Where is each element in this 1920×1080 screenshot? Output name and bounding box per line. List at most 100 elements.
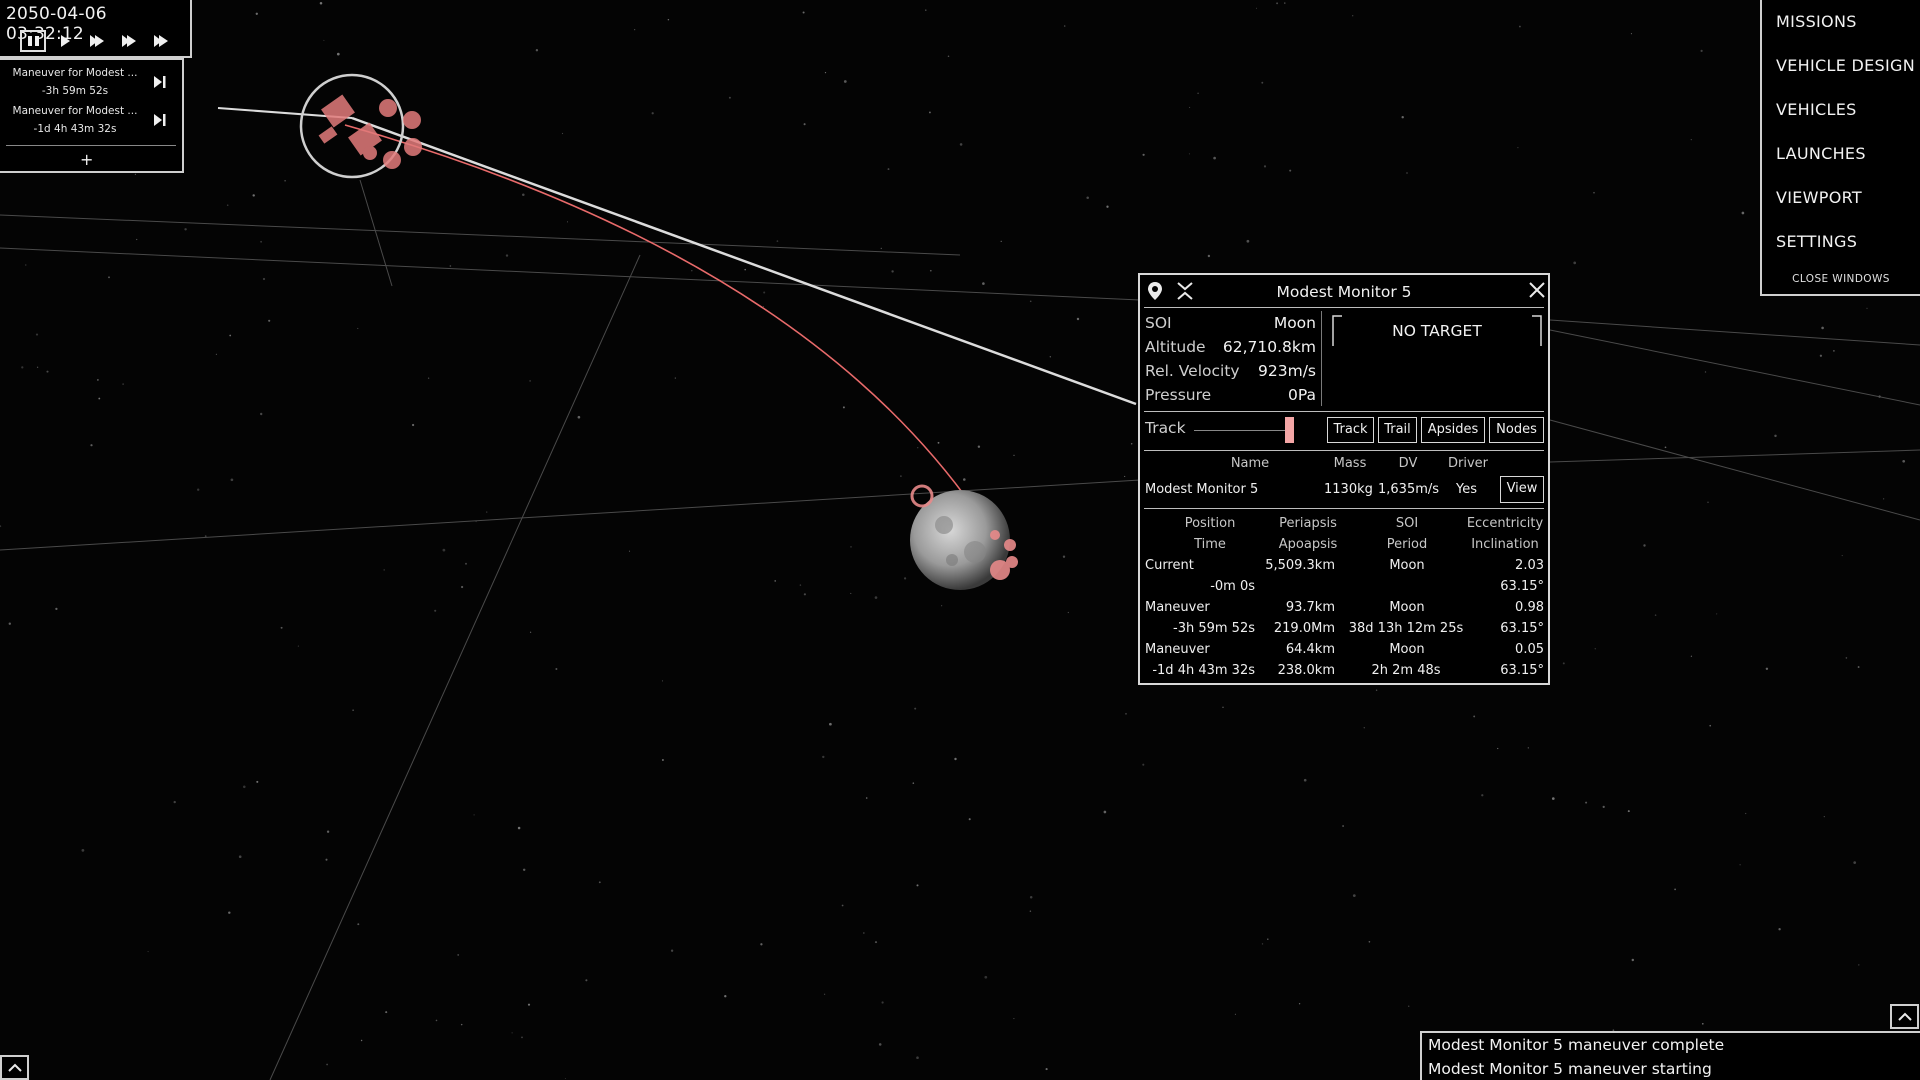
speed-3x-button[interactable] xyxy=(116,30,142,52)
stats-separator xyxy=(1321,311,1322,406)
star xyxy=(97,379,99,381)
nodes-button[interactable]: Nodes xyxy=(1489,417,1544,443)
star xyxy=(887,168,890,171)
star xyxy=(1103,810,1107,814)
star xyxy=(929,269,932,272)
menu-item-vehicles[interactable]: VEHICLES xyxy=(1776,100,1857,119)
close-windows-button[interactable]: CLOSE WINDOWS xyxy=(1762,273,1920,285)
star xyxy=(941,605,943,607)
star xyxy=(1368,940,1371,943)
track-slider-handle[interactable] xyxy=(1285,417,1294,443)
star xyxy=(505,254,509,257)
star xyxy=(1902,459,1906,463)
menu-item-vehicle-design[interactable]: VEHICLE DESIGN xyxy=(1776,56,1915,75)
speed-4x-button[interactable] xyxy=(148,30,174,52)
star xyxy=(1207,254,1211,258)
star xyxy=(323,39,325,41)
expand-notifications-button[interactable] xyxy=(1890,1004,1919,1029)
trail-button[interactable]: Trail xyxy=(1378,417,1417,443)
star xyxy=(842,406,845,409)
star xyxy=(670,949,674,952)
track-button[interactable]: Track xyxy=(1327,417,1374,443)
star xyxy=(900,475,902,477)
skip-to-maneuver-button[interactable] xyxy=(152,74,172,94)
star xyxy=(1573,261,1577,265)
star xyxy=(881,1001,884,1004)
view-vehicle-button[interactable]: View xyxy=(1500,476,1544,503)
track-slider[interactable] xyxy=(1194,430,1286,431)
star xyxy=(628,550,631,552)
star xyxy=(1527,747,1529,749)
star xyxy=(1630,33,1632,35)
menu-item-viewport[interactable]: VIEWPORT xyxy=(1776,188,1862,207)
target-selector[interactable]: NO TARGET xyxy=(1332,315,1542,347)
play-2x-icon xyxy=(90,35,104,47)
star xyxy=(284,180,286,182)
spacecraft-marker-earth-orbit[interactable] xyxy=(299,73,422,179)
orbit-paths xyxy=(217,107,1137,541)
orbit-cell-incl: 63.15° xyxy=(1500,579,1544,594)
maneuver-item-name[interactable]: Maneuver for Modest ... xyxy=(0,64,150,82)
star xyxy=(35,333,39,336)
stat-label: Pressure xyxy=(1145,386,1212,404)
star xyxy=(521,1036,523,1039)
apsides-button[interactable]: Apsides xyxy=(1421,417,1485,443)
star xyxy=(555,668,558,670)
star xyxy=(352,709,354,711)
pause-button[interactable] xyxy=(20,30,46,52)
star xyxy=(1833,350,1835,352)
expand-bottom-left-button[interactable] xyxy=(0,1055,29,1080)
star xyxy=(228,911,231,914)
stat-value-velocity: 923m/s xyxy=(1258,362,1316,380)
star xyxy=(326,1063,328,1066)
vessel-title: Modest Monitor 5 xyxy=(1276,283,1412,301)
star xyxy=(667,18,670,21)
star xyxy=(319,1,323,5)
vehicle-mass: 1130kg xyxy=(1324,482,1373,497)
star xyxy=(1631,958,1635,962)
chevron-up-icon xyxy=(7,1063,22,1072)
star xyxy=(1823,816,1825,818)
vehicle-dv: 1,635m/s xyxy=(1378,482,1440,497)
space-viewport[interactable] xyxy=(0,0,1920,1080)
orbit-cell-soi: Moon xyxy=(1389,558,1425,573)
star xyxy=(1045,1068,1048,1071)
star xyxy=(917,447,919,449)
close-icon xyxy=(1529,282,1545,298)
star xyxy=(238,855,242,859)
skip-to-maneuver-button[interactable] xyxy=(152,112,172,132)
maneuver-item-name[interactable]: Maneuver for Modest ... xyxy=(0,102,150,120)
vehicle-header-driver: Driver xyxy=(1447,456,1488,471)
menu-item-launches[interactable]: LAUNCHES xyxy=(1776,144,1866,163)
star xyxy=(1602,805,1605,809)
star xyxy=(46,370,49,373)
orbit-cell-periapsis: 93.7km xyxy=(1285,600,1335,615)
star xyxy=(1303,778,1307,782)
speed-1x-button[interactable] xyxy=(52,30,78,52)
star xyxy=(776,240,779,242)
star xyxy=(865,797,868,799)
menu-item-settings[interactable]: SETTINGS xyxy=(1776,232,1857,251)
skip-to-icon xyxy=(154,114,166,126)
star xyxy=(1406,172,1408,174)
star xyxy=(147,951,149,953)
star xyxy=(21,366,24,369)
stat-value-altitude: 62,710.8km xyxy=(1222,338,1316,356)
star xyxy=(262,277,266,281)
menu-item-missions[interactable]: MISSIONS xyxy=(1776,12,1857,31)
speed-2x-button[interactable] xyxy=(84,30,110,52)
add-maneuver-button[interactable]: + xyxy=(80,150,93,169)
star xyxy=(661,759,664,761)
star xyxy=(411,423,415,427)
star xyxy=(460,1023,463,1026)
orbit-header: Eccentricity xyxy=(1466,516,1544,531)
star xyxy=(1263,165,1267,168)
star xyxy=(744,268,746,271)
star xyxy=(1562,662,1565,665)
star xyxy=(1067,611,1069,614)
close-window-button[interactable] xyxy=(1528,281,1548,301)
star xyxy=(1627,810,1630,813)
star xyxy=(434,609,437,612)
star xyxy=(1643,544,1646,547)
orbit-cell-periapsis: 64.4km xyxy=(1285,642,1335,657)
